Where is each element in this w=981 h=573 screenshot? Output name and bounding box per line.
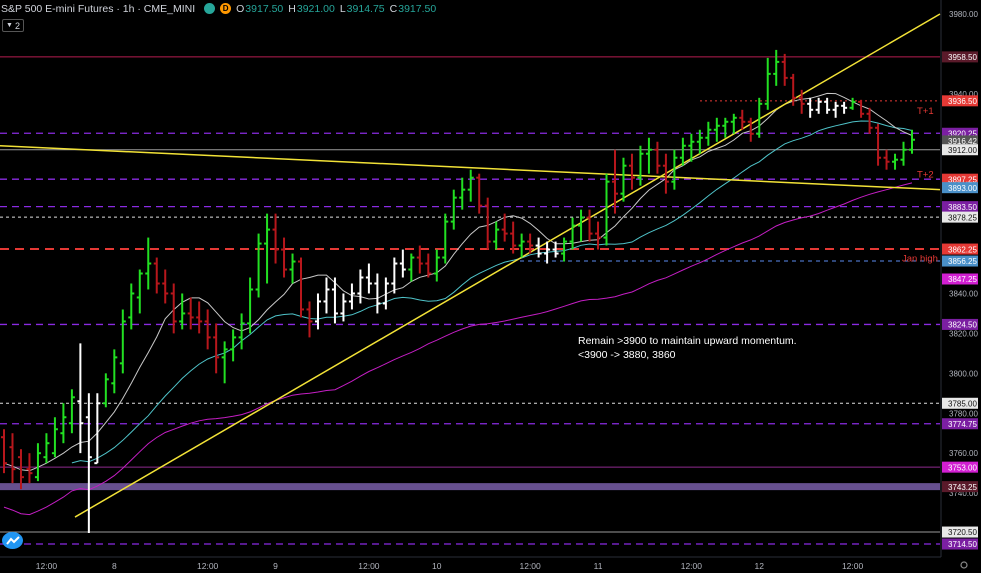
level-label: T+2 [917, 170, 934, 181]
price-badge-label: 3785.00 [948, 399, 977, 408]
price-badge-label: 3753.00 [948, 463, 977, 472]
price-badge-label: 3883.50 [948, 203, 977, 212]
price-badge-label: 3720.50 [948, 528, 977, 537]
time-tick-label: 12:00 [681, 561, 703, 571]
chevron-down-icon: ▼ [6, 22, 13, 29]
time-tick-label: 8 [112, 561, 117, 571]
time-tick-label: 12 [755, 561, 765, 571]
price-tick-label: 3800.00 [949, 369, 978, 378]
price-tick-label: 3820.00 [949, 329, 978, 338]
price-badge-label: 3912.00 [948, 146, 977, 155]
open-label: O [236, 2, 245, 15]
price-badge-label: 3714.50 [948, 540, 977, 549]
time-tick-label: 12:00 [358, 561, 380, 571]
price-tick-label: 3760.00 [949, 449, 978, 458]
legend-header: S&P 500 E-mini Futures · 1h · CME_MINI D… [0, 0, 436, 17]
price-badge-label: 3893.00 [948, 184, 977, 193]
time-tick-label: 10 [432, 561, 442, 571]
time-tick-label: 11 [594, 561, 603, 571]
high-value: 3921.00 [296, 2, 335, 15]
level-label: T+1 [917, 106, 934, 117]
price-badge-label: 3774.75 [948, 420, 977, 429]
price-badge-label: 3878.25 [948, 213, 977, 222]
high-label: H [288, 2, 296, 15]
price-badge-label: 3824.50 [948, 321, 977, 330]
close-value: 3917.50 [398, 2, 437, 15]
price-tick-label: 3780.00 [949, 409, 978, 418]
chart[interactable]: T+1T+2Jan high3980.003940.003912.003880.… [0, 0, 981, 573]
symbol-title[interactable]: S&P 500 E-mini Futures · 1h · CME_MINI [0, 3, 195, 15]
price-badge-label: 3936.50 [948, 97, 977, 106]
price-tick-label: 3840.00 [949, 289, 978, 298]
price-tick-label: 3980.00 [949, 10, 978, 19]
annotation-line-2: <3900 -> 3880, 3860 [578, 349, 676, 361]
level-label: Jan high [902, 254, 938, 265]
time-tick-label: 12:00 [519, 561, 541, 571]
time-tick-label: 12:00 [842, 561, 864, 571]
close-label: C [389, 2, 398, 15]
market-open-icon [204, 3, 216, 14]
price-badge-label: 3862.25 [948, 245, 977, 254]
time-tick-label: 12:00 [36, 561, 58, 571]
chart-annotation[interactable]: Remain >3900 to maintain upward momentum… [578, 334, 797, 362]
tradingview-logo-icon[interactable] [2, 532, 23, 549]
price-badge-label: 3847.25 [948, 275, 977, 284]
open-value: 3917.50 [245, 2, 284, 15]
delayed-data-icon[interactable]: D [220, 3, 232, 14]
time-axis [0, 557, 941, 573]
time-tick-label: 9 [273, 561, 278, 571]
price-badge-label: 3856.25 [948, 257, 977, 266]
indicators-count: 2 [14, 20, 20, 31]
annotation-line-1: Remain >3900 to maintain upward momentum… [578, 335, 797, 347]
low-label: L [339, 2, 346, 15]
price-badge-label: 3958.50 [948, 53, 977, 62]
low-value: 3914.75 [346, 2, 385, 15]
price-badge-label: 3743.25 [948, 483, 977, 492]
time-tick-label: 12:00 [197, 561, 219, 571]
chart-canvas[interactable]: T+1T+2Jan high3980.003940.003912.003880.… [0, 0, 981, 573]
indicators-toggle-button[interactable]: ▼ 2 [2, 19, 24, 32]
